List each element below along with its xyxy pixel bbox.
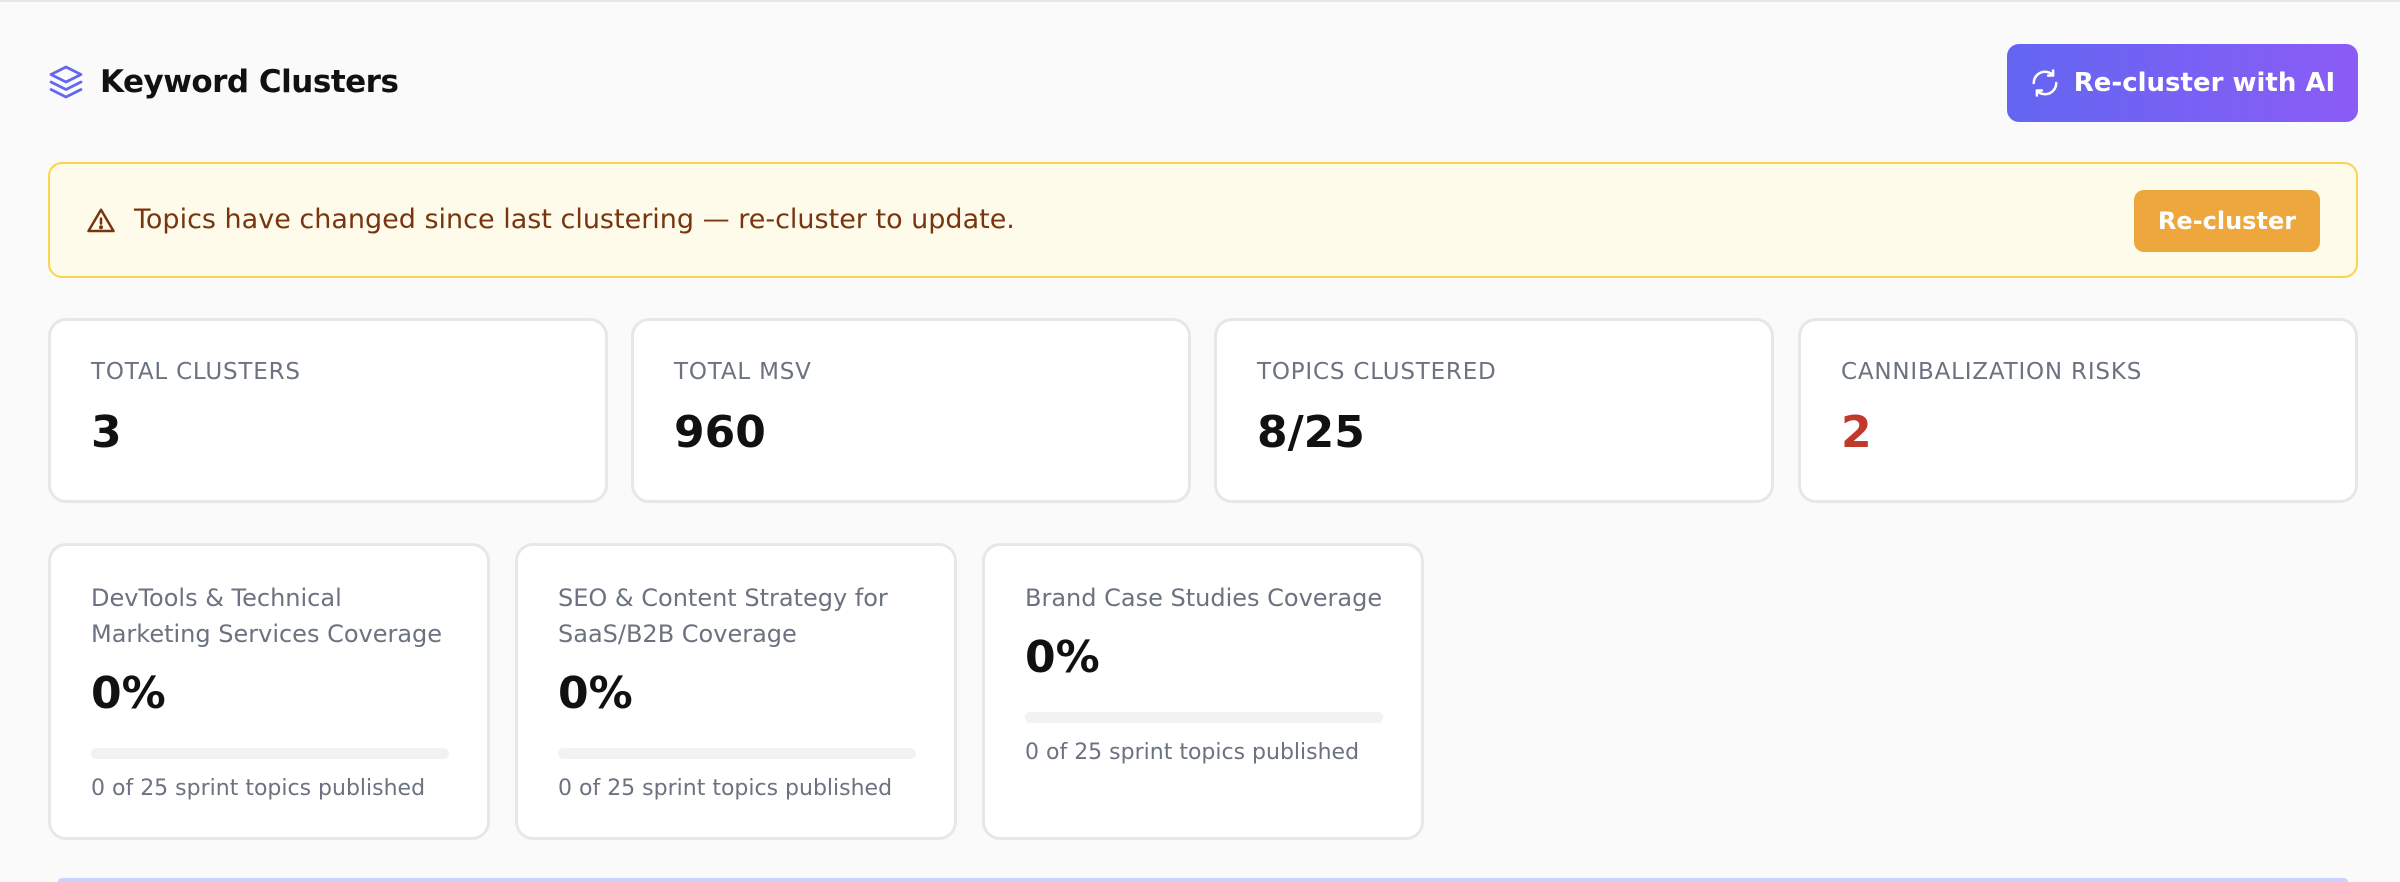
stat-value: 960 — [674, 407, 766, 458]
coverage-subtitle: 0 of 25 sprint topics published — [91, 776, 426, 801]
stat-card-topics-clustered: TOPICS CLUSTERED 8/25 — [1214, 318, 1774, 503]
stat-label: CANNIBALIZATION RISKS — [1841, 359, 2143, 385]
coverage-card: Brand Case Studies Coverage 0% 0 of 25 s… — [982, 543, 1424, 840]
page-title: Keyword Clusters — [100, 64, 399, 100]
layers-icon — [49, 65, 83, 99]
stat-label: TOTAL CLUSTERS — [91, 359, 301, 385]
stats-row: TOTAL CLUSTERS 3 TOTAL MSV 960 TOPICS CL… — [48, 318, 2358, 503]
next-section-edge — [58, 878, 2348, 882]
refresh-icon — [2032, 69, 2058, 97]
coverage-progress-track — [91, 748, 449, 759]
page-header: Keyword Clusters Re-cluster with AI — [48, 44, 2358, 122]
coverage-subtitle: 0 of 25 sprint topics published — [558, 776, 893, 801]
stat-card-total-msv: TOTAL MSV 960 — [631, 318, 1191, 503]
stat-card-total-clusters: TOTAL CLUSTERS 3 — [48, 318, 608, 503]
stat-value: 2 — [1841, 407, 1872, 458]
coverage-card: SEO & Content Strategy for SaaS/B2B Cove… — [515, 543, 957, 840]
recluster-button[interactable]: Re-cluster — [2134, 190, 2320, 252]
coverage-percent: 0% — [91, 668, 166, 719]
stat-label: TOPICS CLUSTERED — [1257, 359, 1497, 385]
stat-card-cannibalization-risks: CANNIBALIZATION RISKS 2 — [1798, 318, 2358, 503]
top-divider — [0, 0, 2400, 2]
coverage-percent: 0% — [558, 668, 633, 719]
title-group: Keyword Clusters — [48, 64, 399, 100]
recluster-ai-button[interactable]: Re-cluster with AI — [2007, 44, 2358, 122]
stat-value: 3 — [91, 407, 122, 458]
coverage-progress-track — [558, 748, 916, 759]
coverage-title: SEO & Content Strategy for SaaS/B2B Cove… — [558, 584, 888, 648]
warning-triangle-icon — [87, 208, 115, 233]
coverage-cards: DevTools & Technical Marketing Services … — [48, 543, 2358, 840]
coverage-title: DevTools & Technical Marketing Services … — [91, 584, 443, 648]
stale-clusters-alert: Topics have changed since last clusterin… — [48, 162, 2358, 278]
recluster-ai-label: Re-cluster with AI — [2073, 68, 2336, 98]
stat-label: TOTAL MSV — [674, 359, 812, 385]
stat-value: 8/25 — [1257, 407, 1365, 458]
coverage-progress-track — [1025, 712, 1383, 723]
alert-message: Topics have changed since last clusterin… — [134, 204, 1015, 235]
coverage-percent: 0% — [1025, 632, 1100, 683]
coverage-card: DevTools & Technical Marketing Services … — [48, 543, 490, 840]
coverage-subtitle: 0 of 25 sprint topics published — [1025, 740, 1360, 765]
coverage-title: Brand Case Studies Coverage — [1025, 584, 1383, 612]
